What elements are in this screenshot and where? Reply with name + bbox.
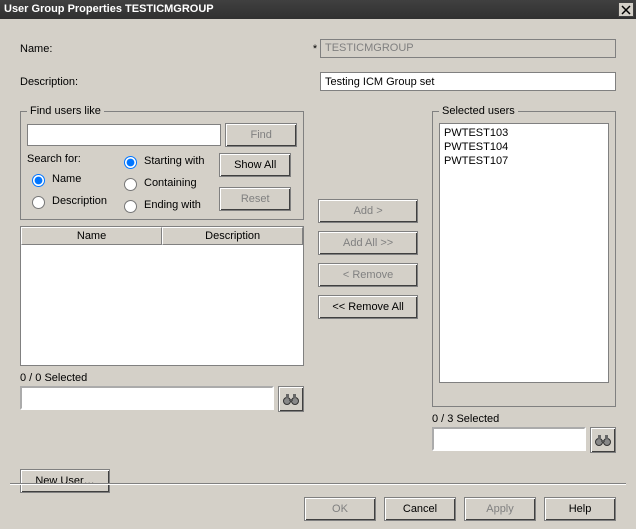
cancel-button[interactable]: Cancel <box>384 497 456 521</box>
search-for-label: Search for: <box>27 153 115 165</box>
help-button[interactable]: Help <box>544 497 616 521</box>
new-user-button[interactable]: New User… <box>20 469 110 493</box>
transfer-buttons: Add > Add All >> < Remove << Remove All <box>314 105 422 453</box>
results-filter-input[interactable] <box>20 386 274 410</box>
grid-body <box>21 245 303 365</box>
add-all-button[interactable]: Add All >> <box>318 231 418 255</box>
selected-users-list[interactable]: PWTEST103 PWTEST104 PWTEST107 <box>439 123 609 383</box>
show-all-button[interactable]: Show All <box>219 153 291 177</box>
description-label: Description: <box>20 76 310 88</box>
binoculars-icon <box>283 392 299 406</box>
col-description[interactable]: Description <box>162 227 303 245</box>
description-field[interactable] <box>320 72 616 91</box>
reset-button[interactable]: Reset <box>219 187 291 211</box>
close-icon <box>621 5 631 15</box>
match-ending-with[interactable]: Ending with <box>119 197 215 213</box>
list-item[interactable]: PWTEST107 <box>442 154 606 168</box>
find-users-legend: Find users like <box>27 105 104 117</box>
close-button[interactable] <box>618 2 634 17</box>
find-users-group: Find users like Find Search for: Name De… <box>20 105 304 220</box>
list-item[interactable]: PWTEST104 <box>442 140 606 154</box>
name-label: Name: <box>20 43 310 55</box>
apply-button[interactable]: Apply <box>464 497 536 521</box>
selected-filter-input[interactable] <box>432 427 586 451</box>
find-input[interactable] <box>27 124 221 146</box>
title-bar: User Group Properties TESTICMGROUP <box>0 0 636 19</box>
selected-users-group: Selected users PWTEST103 PWTEST104 PWTES… <box>432 105 616 407</box>
results-find-button[interactable] <box>278 386 304 412</box>
remove-button[interactable]: < Remove <box>318 263 418 287</box>
find-button[interactable]: Find <box>225 123 297 147</box>
match-containing[interactable]: Containing <box>119 175 215 191</box>
results-status: 0 / 0 Selected <box>20 372 304 384</box>
form-area: Name: * TESTICMGROUP Description: <box>0 19 636 91</box>
selected-find-button[interactable] <box>590 427 616 453</box>
results-grid[interactable]: Name Description <box>20 226 304 366</box>
required-marker: * <box>310 43 320 55</box>
selected-status: 0 / 3 Selected <box>432 413 616 425</box>
col-name[interactable]: Name <box>21 227 162 245</box>
search-by-description[interactable]: Description <box>27 193 115 209</box>
grid-header: Name Description <box>21 227 303 245</box>
remove-all-button[interactable]: << Remove All <box>318 295 418 319</box>
dialog-footer: OK Cancel Apply Help <box>304 487 616 521</box>
name-field: TESTICMGROUP <box>320 39 616 58</box>
window-title: User Group Properties TESTICMGROUP <box>4 3 214 15</box>
match-starting-with[interactable]: Starting with <box>119 153 215 169</box>
list-item[interactable]: PWTEST103 <box>442 126 606 140</box>
search-by-name[interactable]: Name <box>27 171 115 187</box>
ok-button[interactable]: OK <box>304 497 376 521</box>
selected-users-legend: Selected users <box>439 105 518 117</box>
separator <box>10 483 626 485</box>
add-button[interactable]: Add > <box>318 199 418 223</box>
binoculars-icon <box>595 433 611 447</box>
